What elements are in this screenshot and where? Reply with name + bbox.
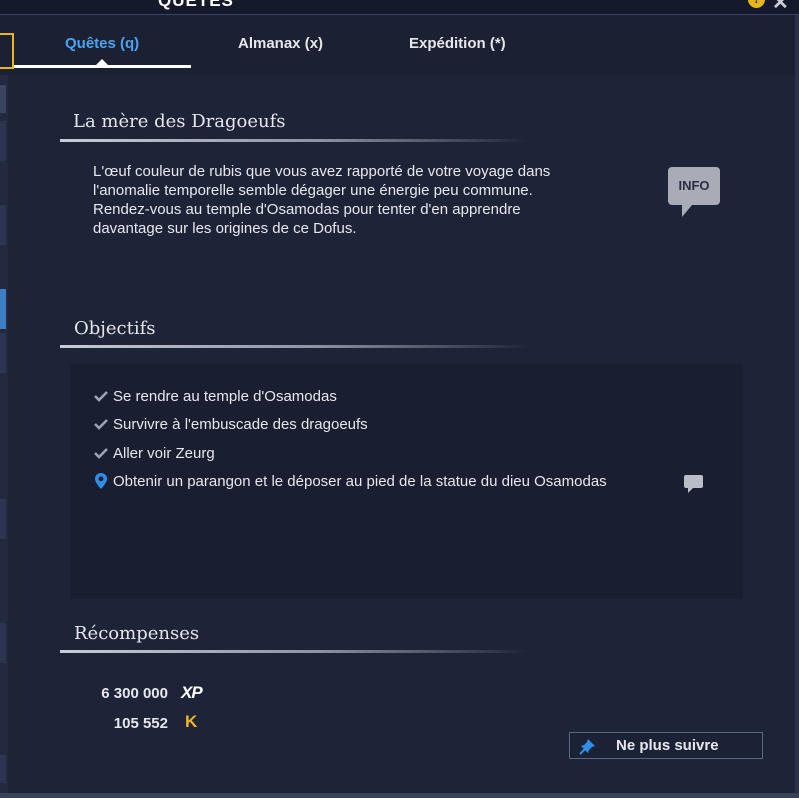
tab-quests[interactable]: Quêtes (q)	[65, 35, 139, 52]
unfollow-label: Ne plus suivre	[616, 737, 719, 754]
window-titlebar: QUÊTES ? ✕	[0, 0, 799, 15]
objective-item: Survivre à l'embuscade des dragoeufs	[94, 414, 368, 434]
rewards-title: Récompenses	[74, 623, 200, 644]
window-title: QUÊTES	[158, 0, 234, 10]
quest-title: La mère des Dragoeufs	[73, 111, 286, 132]
window-border	[0, 793, 799, 798]
check-icon	[94, 419, 108, 430]
list-item[interactable]	[0, 289, 6, 329]
kamas-reward-value: 105 552	[113, 715, 168, 732]
list-item[interactable]	[0, 85, 6, 113]
tab-bar: Quêtes (q) Almanax (x) Expédition (*)	[0, 15, 799, 75]
pushpin-icon	[579, 738, 595, 755]
xp-reward-value: 6 300 000	[101, 685, 168, 702]
kama-icon: K	[185, 712, 198, 731]
window-border	[795, 15, 799, 793]
tab-almanax[interactable]: Almanax (x)	[238, 35, 323, 52]
objective-label: Survivre à l'embuscade des dragoeufs	[113, 415, 368, 433]
description-line: l'anomalie temporelle semble dégager une…	[93, 182, 533, 199]
description-line: davantage sur les origines de ce Dofus.	[93, 220, 357, 237]
objective-label: Se rendre au temple d'Osamodas	[113, 387, 337, 405]
list-item[interactable]	[0, 205, 6, 245]
divider	[60, 650, 530, 653]
dialogue-icon[interactable]	[684, 475, 703, 493]
check-icon	[94, 391, 108, 402]
collapse-list-button[interactable]	[0, 33, 14, 69]
divider	[60, 139, 530, 142]
check-icon	[94, 448, 108, 459]
unfollow-quest-button[interactable]: Ne plus suivre	[569, 732, 763, 759]
xp-icon: XP	[181, 683, 203, 702]
divider	[60, 345, 530, 348]
list-item[interactable]	[0, 755, 6, 783]
objective-item: Aller voir Zeurg	[94, 443, 215, 463]
quest-list-edge	[0, 75, 8, 798]
objective-label: Obtenir un parangon et le déposer au pie…	[113, 472, 607, 490]
info-bubble-tail	[682, 205, 692, 217]
objectives-title: Objectifs	[74, 318, 156, 339]
objective-item: Se rendre au temple d'Osamodas	[94, 386, 337, 406]
help-icon[interactable]: ?	[748, 0, 765, 8]
list-item[interactable]	[0, 499, 6, 539]
list-item[interactable]	[0, 121, 6, 161]
info-button[interactable]: INFO	[668, 167, 720, 205]
map-pin-icon[interactable]	[94, 472, 108, 490]
active-tab-indicator	[14, 65, 191, 68]
close-icon[interactable]: ✕	[772, 0, 789, 15]
objective-item-current: Obtenir un parangon et le déposer au pie…	[94, 471, 607, 491]
description-line: Rendez-vous au temple d'Osamodas pour te…	[93, 201, 521, 218]
quest-description: L'œuf couleur de rubis que vous avez rap…	[93, 162, 633, 238]
tab-expedition[interactable]: Expédition (*)	[409, 35, 506, 52]
list-item[interactable]	[0, 333, 6, 373]
objective-label: Aller voir Zeurg	[113, 444, 215, 462]
description-line: L'œuf couleur de rubis que vous avez rap…	[93, 163, 551, 180]
list-item[interactable]	[0, 623, 6, 663]
